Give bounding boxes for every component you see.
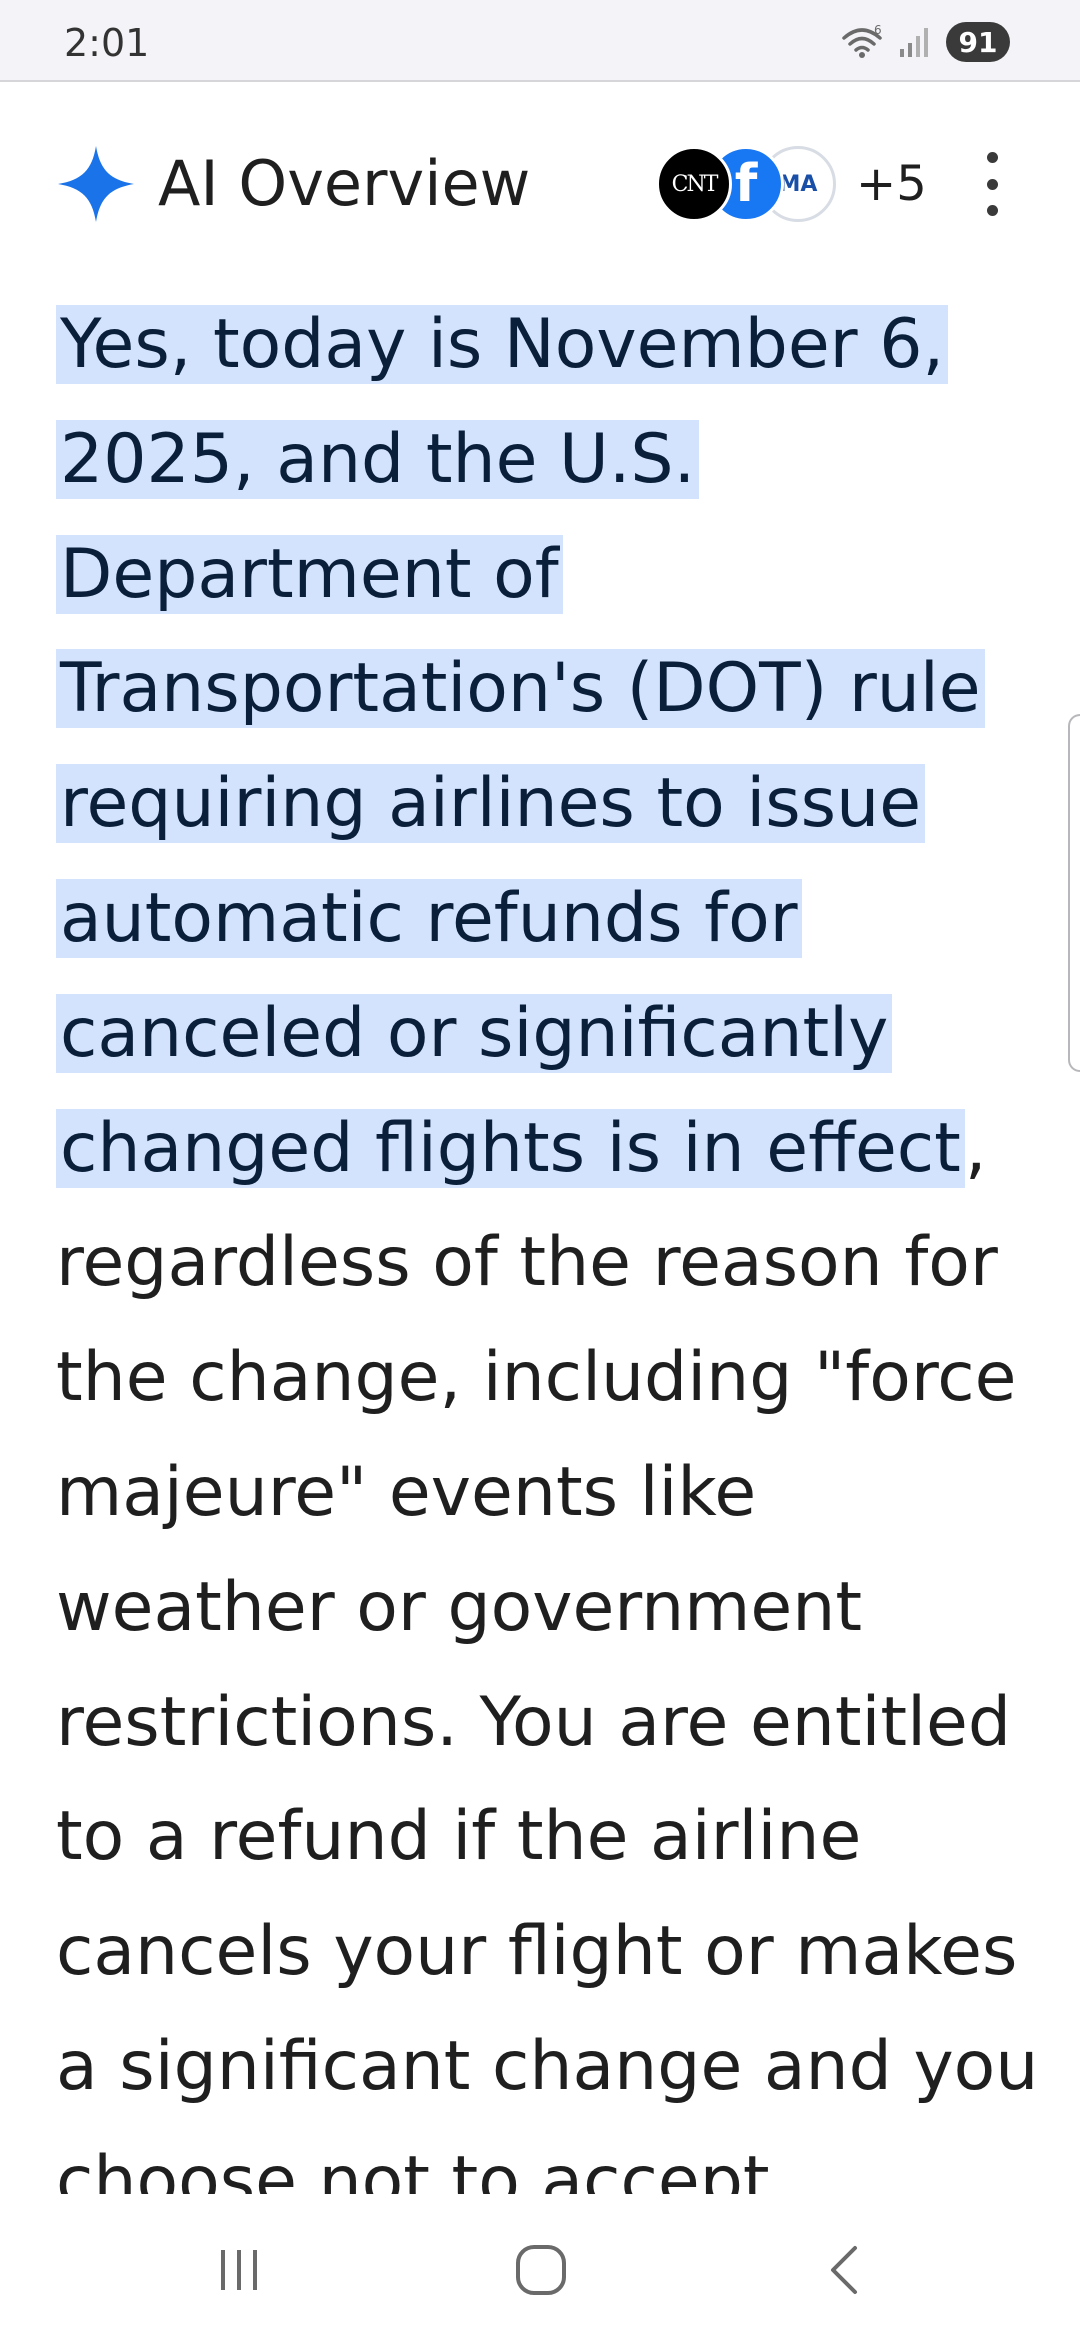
status-bar: 2:01 6 91 [0,0,1080,82]
source-cnt-avatar[interactable]: CNT [656,146,732,222]
back-icon[interactable] [800,2230,890,2310]
overview-header: AI Overview CNT f MA +5 [0,130,1080,240]
source-avatars[interactable]: CNT f MA +5 [656,144,927,224]
home-icon[interactable] [496,2230,586,2310]
sparkle-icon [58,146,134,222]
status-icons: 6 91 [840,22,1010,62]
sources-more-count[interactable]: +5 [856,156,927,212]
signal-icon [898,25,932,59]
overview-title: AI Overview [158,147,531,220]
wifi-icon: 6 [840,24,884,60]
more-options-icon[interactable] [972,152,1012,216]
svg-text:6: 6 [874,24,882,37]
navigation-bar [0,2194,1080,2340]
status-time: 2:01 [64,21,150,65]
answer-continuation: , regardless of the reason for the chang… [56,1108,1039,2194]
overview-body: Yes, today is November 6, 2025, and the … [56,288,1046,2194]
side-panel-handle[interactable] [1068,714,1080,1072]
highlighted-answer: Yes, today is November 6, 2025, and the … [56,305,985,1188]
battery-indicator: 91 [946,22,1010,62]
recents-icon[interactable] [194,2230,284,2310]
